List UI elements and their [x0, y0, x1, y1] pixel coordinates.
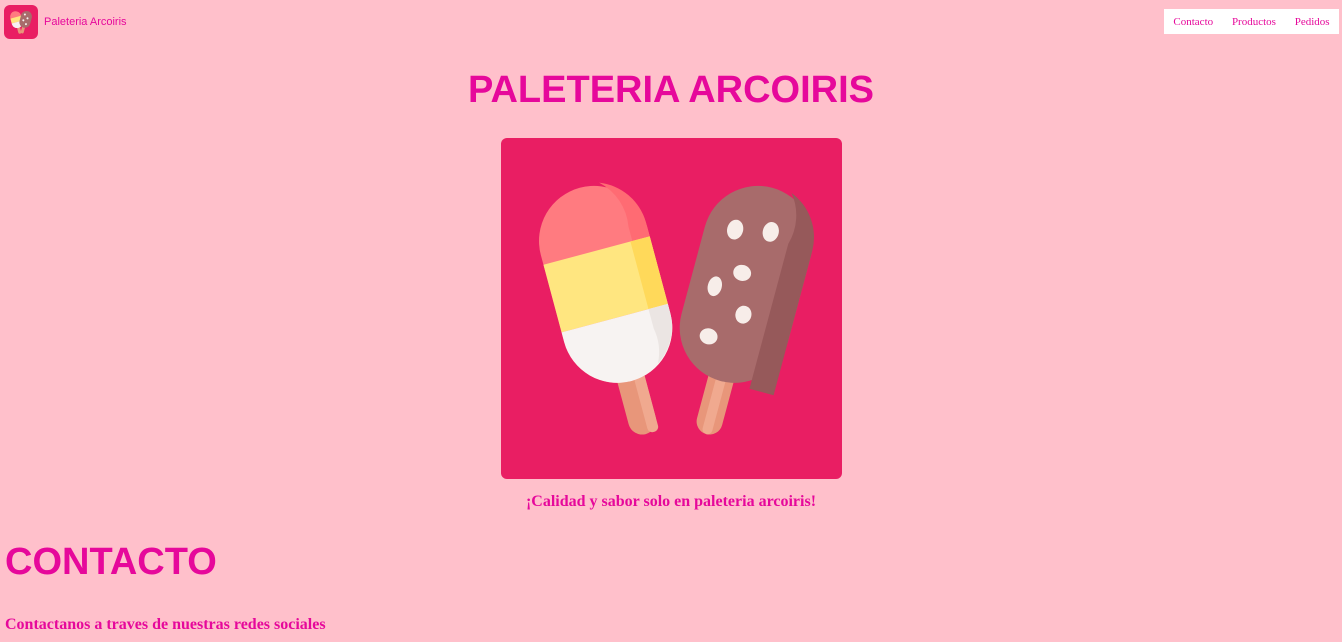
brand[interactable]: Paleteria Arcoiris — [4, 5, 127, 39]
popsicles-illustration — [501, 138, 842, 479]
nav-link-contacto[interactable]: Contacto — [1173, 16, 1213, 28]
page-title: PALETERIA ARCOIRIS — [467, 69, 875, 111]
contact-section-title: CONTACTO — [5, 541, 217, 583]
nav-link-pedidos[interactable]: Pedidos — [1295, 16, 1330, 28]
tagline: ¡Calidad y sabor solo en paleteria arcoi… — [525, 493, 817, 510]
main-nav: Contacto Productos Pedidos — [1164, 9, 1339, 34]
brand-name[interactable]: Paleteria Arcoiris — [44, 16, 127, 28]
popsicle-logo-icon — [4, 5, 38, 39]
top-bar: Paleteria Arcoiris Contacto Productos Pe… — [0, 0, 1342, 44]
nav-link-productos[interactable]: Productos — [1232, 16, 1276, 28]
contact-section-text: Contactanos a traves de nuestras redes s… — [5, 616, 326, 633]
